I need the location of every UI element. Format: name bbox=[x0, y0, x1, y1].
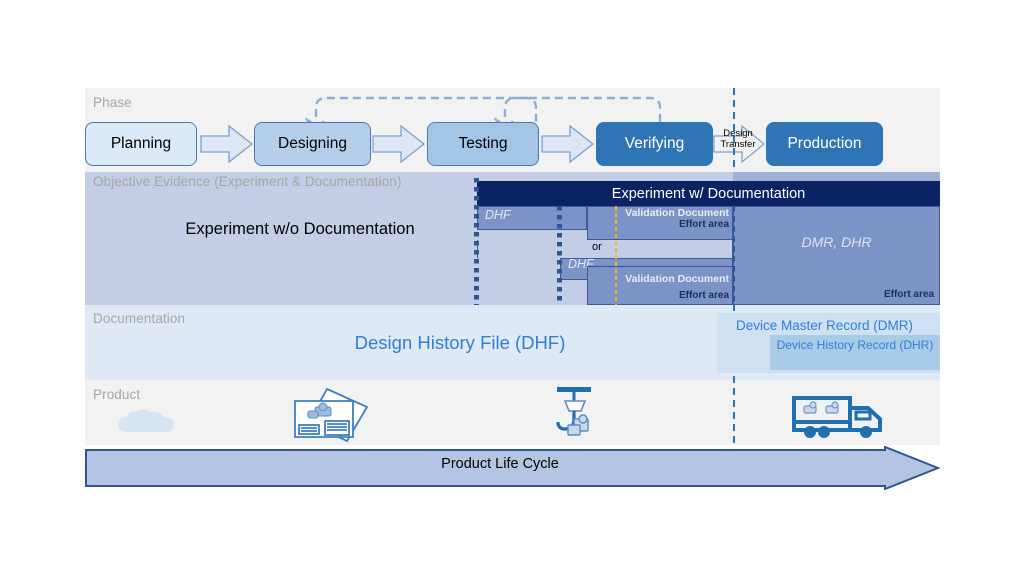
arrow-right-icon bbox=[371, 124, 426, 164]
oe-dotted-divider-left bbox=[474, 178, 479, 305]
device-history-record-label: Device History Record (DHR) bbox=[776, 338, 934, 352]
drawings-icon bbox=[275, 385, 375, 443]
objective-evidence-row-label: Objective Evidence (Experiment & Documen… bbox=[93, 174, 402, 189]
phase-label: Designing bbox=[278, 135, 347, 152]
phase-label: Production bbox=[787, 135, 862, 152]
documentation-row-label: Documentation bbox=[93, 311, 186, 326]
design-history-file-label: Design History File (DHF) bbox=[354, 332, 566, 353]
phase-box-designing[interactable]: Designing bbox=[254, 122, 371, 166]
design-transfer-line1: Design bbox=[723, 128, 753, 139]
phase-label: Planning bbox=[110, 135, 172, 152]
phase-box-production[interactable]: Production bbox=[766, 122, 883, 166]
delivery-truck-icon bbox=[790, 392, 888, 444]
phase-box-testing[interactable]: Testing bbox=[427, 122, 539, 166]
design-transfer-label: Design Transfer bbox=[714, 128, 762, 150]
phase-label: Verifying bbox=[624, 135, 685, 152]
product-life-cycle-label: Product Life Cycle bbox=[441, 456, 559, 472]
oe-dotted-divider-mid bbox=[557, 206, 562, 305]
arrow-right-icon bbox=[540, 124, 595, 164]
effort-area-label-upper: Effort area bbox=[678, 219, 729, 230]
or-strip bbox=[477, 240, 733, 258]
product-row-label: Product bbox=[93, 387, 141, 402]
assembly-hook-icon bbox=[545, 385, 607, 443]
experiment-with-documentation-label: Experiment w/ Documentation bbox=[611, 185, 806, 202]
oe-orange-divider bbox=[615, 206, 617, 305]
effort-area-label-lower: Effort area bbox=[678, 290, 729, 301]
or-label: or bbox=[592, 241, 602, 253]
dmr-dhr-label: DMR, DHR bbox=[801, 234, 872, 250]
oe-top-strip-right bbox=[733, 172, 940, 181]
phase-label: Testing bbox=[458, 135, 508, 152]
validation-document-label-lower: Validation Document bbox=[625, 273, 729, 285]
effort-area-label-right: Effort area bbox=[883, 289, 934, 300]
design-transfer-line2: Transfer bbox=[720, 139, 756, 150]
phase-box-planning[interactable]: Planning bbox=[85, 122, 197, 166]
validation-document-label-upper: Validation Document bbox=[625, 207, 729, 219]
experiment-without-documentation-label: Experiment w/o Documentation bbox=[185, 220, 415, 238]
phase-row-label: Phase bbox=[93, 95, 132, 110]
cloud-icon bbox=[115, 408, 177, 436]
oe-design-transfer-divider bbox=[733, 206, 735, 305]
device-master-record-label: Device Master Record (DMR) bbox=[735, 318, 914, 333]
phase-box-verifying[interactable]: Verifying bbox=[596, 122, 713, 166]
diagram-canvas: Phase Objective Evidence (Experiment & D… bbox=[0, 0, 1024, 576]
experiment-with-documentation-header: Experiment w/ Documentation bbox=[477, 181, 940, 206]
dhf-label-upper: DHF bbox=[485, 208, 511, 222]
arrow-right-icon bbox=[199, 124, 254, 164]
